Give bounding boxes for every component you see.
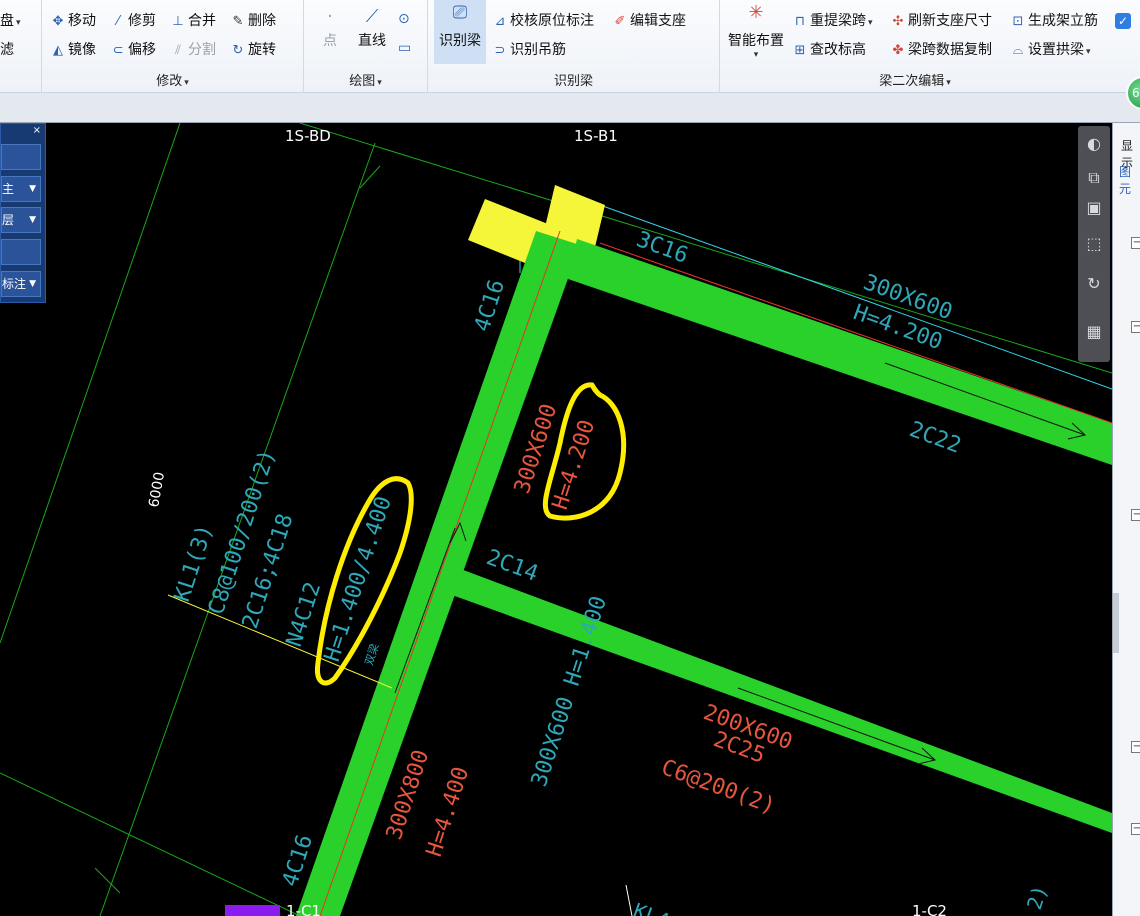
splitter-handle[interactable] — [1113, 593, 1119, 653]
panel-row-4[interactable] — [1, 239, 41, 265]
check-elevation-button[interactable]: ⊞ 查改标高 — [792, 40, 866, 61]
line-icon: ⟋ — [365, 6, 379, 27]
panel-row-5[interactable]: 标注 ▼ — [1, 271, 41, 297]
generate-erection-rebar-button[interactable]: ⊡ 生成架立筋 — [1010, 11, 1098, 32]
arch-beam-icon: ⌓ — [1012, 43, 1024, 58]
rotate-view-icon[interactable]: ↻ — [1082, 272, 1106, 296]
render-sphere-icon[interactable]: ◐ — [1082, 132, 1106, 156]
identify-beam-icon: ⎚ — [452, 2, 468, 23]
mirror-icon: ◭ — [53, 43, 63, 58]
rectangle-tool-icon[interactable]: ▭ — [398, 38, 411, 58]
move-icon: ✥ — [52, 14, 64, 29]
collapse-icon[interactable]: − — [1131, 509, 1140, 521]
point-button[interactable]: · 点 — [316, 4, 344, 50]
chevron-down-icon: ▼ — [29, 279, 36, 289]
check-elevation-icon: ⊞ — [794, 43, 806, 58]
generate-rebar-icon: ⊡ — [1012, 14, 1024, 29]
re-extract-span-button[interactable]: ⊓ 重提梁跨 ▾ — [792, 11, 873, 33]
collapse-icon[interactable]: − — [1131, 321, 1140, 333]
panel-row-2[interactable]: 主 ▼ — [1, 176, 41, 202]
app-window: 盘 ▾ 滤 ✥ 移动 ⁄ 修剪 ⊥ 合并 ✎ 删除 ◭ 镜像 ⊂ 偏移 ⫽ 分割 ↻ 旋转 修改 ▾… — [0, 0, 1140, 916]
set-arch-beam-button[interactable]: ⌓ 设置拱梁 ▾ — [1010, 40, 1091, 62]
line-button[interactable]: ⟋ 直线 — [352, 4, 392, 50]
group-label-identify-beam: 识别梁 — [553, 74, 593, 89]
chevron-down-icon: ▼ — [29, 215, 36, 225]
refresh-support-icon: ✣ — [892, 14, 904, 29]
partial-button-bottom[interactable]: 滤 — [0, 40, 14, 60]
offset-button[interactable]: ⊂ 偏移 — [110, 40, 156, 61]
hanger-icon: ⊃ — [494, 43, 506, 58]
rotate-button[interactable]: ↻ 旋转 — [230, 40, 276, 61]
point-icon: · — [327, 6, 333, 27]
check-support-annotation-button[interactable]: ⊿ 校核原位标注 — [492, 11, 594, 32]
close-icon[interactable]: × — [33, 125, 41, 136]
ribbon-group-beam-secondary-edit: ✳ 智能布置 ▾ ⊓ 重提梁跨 ▾ ⊞ 查改标高 ✣ 刷新支座尺寸 ✤ 梁跨数据复制 ⊡ 生成架… — [720, 0, 1110, 93]
split-icon: ⫽ — [175, 43, 181, 58]
panel-row-1[interactable] — [1, 144, 41, 170]
cad-canvas[interactable]: 1S-BD 1S-B1 1-C1 1-C2 6000 KL1(3) C8@100… — [0, 123, 1112, 916]
collapse-icon[interactable]: − — [1131, 741, 1140, 753]
tab-elements[interactable]: 图元 — [1119, 163, 1140, 197]
identify-beam-button[interactable]: ⎚ 识别梁 — [434, 0, 486, 64]
group-label-draw: 绘图 ▾ — [349, 74, 382, 89]
3d-view-icon[interactable]: ⧉ — [1082, 166, 1106, 190]
selection-marker — [225, 905, 280, 916]
axis-label-1s-b1: 1S-B1 — [574, 127, 618, 145]
cad-drawing[interactable]: 1S-BD 1S-B1 1-C1 1-C2 6000 KL1(3) C8@100… — [0, 123, 1112, 916]
axis-label-1-c2: 1-C2 — [912, 902, 947, 916]
ribbon: 盘 ▾ 滤 ✥ 移动 ⁄ 修剪 ⊥ 合并 ✎ 删除 ◭ 镜像 ⊂ 偏移 ⫽ 分割 ↻ 旋转 修改 ▾… — [0, 0, 1140, 93]
panel-row-3[interactable]: 层 ▼ — [1, 207, 41, 233]
identify-hanger-button[interactable]: ⊃ 识别吊筋 — [492, 40, 566, 61]
collapse-icon[interactable]: − — [1131, 237, 1140, 249]
property-panel: 显示 图元 − − − − − — [1112, 123, 1140, 916]
circle-tool-icon[interactable]: ⊙ — [398, 9, 410, 29]
group-label-modify: 修改 ▾ — [156, 74, 189, 89]
group-label-beam-secondary-edit: 梁二次编辑 ▾ — [879, 74, 951, 89]
floating-panel: × 主 ▼ 层 ▼ 标注 ▼ — [0, 123, 46, 303]
refresh-support-size-button[interactable]: ✣ 刷新支座尺寸 — [890, 11, 992, 32]
grid-view-icon[interactable]: ▦ — [1082, 320, 1106, 344]
trim-icon: ⁄ — [116, 14, 120, 29]
smart-layout-icon: ✳ — [748, 2, 764, 23]
eraser-icon: ✎ — [232, 14, 244, 29]
side-view-icon[interactable]: ⬚ — [1082, 232, 1106, 256]
trim-button[interactable]: ⁄ 修剪 — [110, 11, 156, 32]
check-annotation-icon: ⊿ — [494, 14, 506, 29]
rotate-icon: ↻ — [232, 43, 244, 58]
edit-support-button[interactable]: ✐ 编辑支座 — [612, 11, 686, 32]
ribbon-group-partial: 盘 ▾ 滤 — [0, 0, 42, 93]
ribbon-group-draw: · 点 ⟋ 直线 ⊙ ▭ 绘图 ▾ — [304, 0, 428, 93]
move-button[interactable]: ✥ 移动 — [50, 11, 96, 32]
offset-icon: ⊂ — [112, 43, 124, 58]
top-view-icon[interactable]: ▣ — [1082, 196, 1106, 220]
merge-button[interactable]: ⊥ 合并 — [170, 11, 216, 32]
mirror-button[interactable]: ◭ 镜像 — [50, 40, 96, 61]
ribbon-group-modify: ✥ 移动 ⁄ 修剪 ⊥ 合并 ✎ 删除 ◭ 镜像 ⊂ 偏移 ⫽ 分割 ↻ 旋转 修改 ▾ — [42, 0, 304, 93]
partial-button-top[interactable]: 盘 ▾ — [0, 11, 21, 33]
copy-span-data-button[interactable]: ✤ 梁跨数据复制 — [890, 40, 992, 61]
split-button[interactable]: ⫽ 分割 — [170, 40, 216, 61]
toolbar-strip — [0, 93, 1140, 123]
merge-icon: ⊥ — [172, 14, 184, 29]
re-extract-icon: ⊓ — [794, 14, 806, 29]
edit-support-icon: ✐ — [614, 14, 626, 29]
axis-label-1s-bd: 1S-BD — [285, 127, 331, 145]
view-toolbar: ◐ ⧉ ▣ ⬚ ↻ ▦ — [1078, 126, 1110, 362]
ribbon-group-identify-beam: ⎚ 识别梁 ⊿ 校核原位标注 ✐ 编辑支座 ⊃ 识别吊筋 识别梁 — [428, 0, 720, 93]
axis-label-1-c1: 1-C1 — [286, 902, 321, 916]
copy-span-icon: ✤ — [892, 43, 904, 58]
chevron-down-icon: ▼ — [29, 184, 36, 194]
collapse-icon[interactable]: − — [1131, 823, 1140, 835]
delete-button[interactable]: ✎ 删除 — [230, 11, 276, 32]
smart-layout-button[interactable]: ✳ 智能布置 ▾ — [724, 0, 788, 60]
checkbox-checked[interactable]: ✓ — [1115, 13, 1131, 29]
